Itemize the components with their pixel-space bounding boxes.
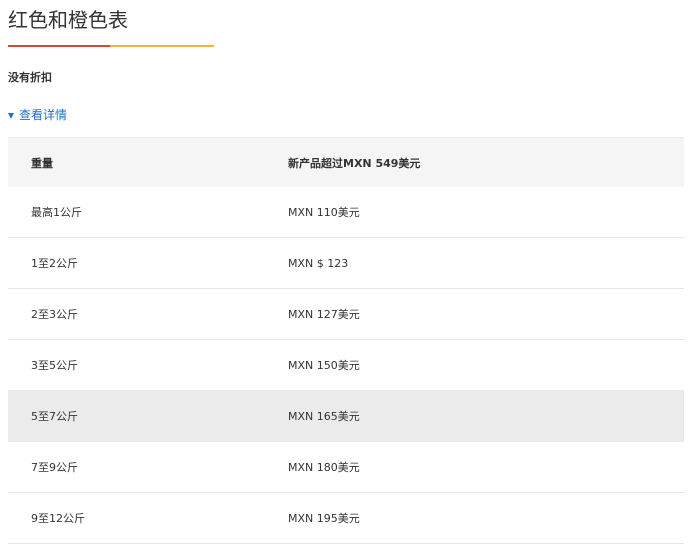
weight-cell: 最高1公斤 xyxy=(31,206,82,219)
view-details-toggle[interactable]: 查看详情 xyxy=(8,107,67,123)
view-details-label: 查看详情 xyxy=(19,108,68,122)
weight-cell: 2至3公斤 xyxy=(31,308,78,321)
table-row: 9至12公斤 MXN 195美元 xyxy=(8,493,684,544)
title-underline-red-segment xyxy=(8,45,110,47)
table-row: 3至5公斤 MXN 150美元 xyxy=(8,340,684,391)
weight-cell: 9至12公斤 xyxy=(31,512,85,525)
no-discount-label: 没有折扣 xyxy=(8,71,52,84)
weight-column-header: 重量 xyxy=(8,137,264,187)
page-title: 红色和橙色表 xyxy=(8,8,128,32)
weight-cell: 7至9公斤 xyxy=(31,461,78,474)
price-cell: MXN 150美元 xyxy=(288,359,360,372)
title-underline-orange-segment xyxy=(110,45,214,47)
weight-cell: 1至2公斤 xyxy=(31,257,78,270)
table-row: 最高1公斤 MXN 110美元 xyxy=(8,187,684,238)
table-row: 2至3公斤 MXN 127美元 xyxy=(8,289,684,340)
table-row: 7至9公斤 MXN 180美元 xyxy=(8,442,684,493)
table-header-row: 重量 新产品超过MXN 549美元 xyxy=(8,137,684,187)
price-cell: MXN 127美元 xyxy=(288,308,360,321)
title-underline xyxy=(8,45,214,47)
weight-cell: 5至7公斤 xyxy=(31,410,78,423)
price-column-header: 新产品超过MXN 549美元 xyxy=(264,137,684,187)
triangle-down-icon xyxy=(8,112,14,119)
weight-cell: 3至5公斤 xyxy=(31,359,78,372)
price-cell: MXN 180美元 xyxy=(288,461,360,474)
table-row: 1至2公斤 MXN $ 123 xyxy=(8,238,684,289)
price-cell: MXN 195美元 xyxy=(288,512,360,525)
table-row-highlighted: 5至7公斤 MXN 165美元 xyxy=(8,390,684,442)
price-cell: MXN $ 123 xyxy=(288,256,349,270)
shipping-rate-table: 重量 新产品超过MXN 549美元 最高1公斤 MXN 110美元 1至2公斤 … xyxy=(8,137,684,544)
price-cell: MXN 110美元 xyxy=(288,206,360,219)
price-cell: MXN 165美元 xyxy=(288,410,360,423)
